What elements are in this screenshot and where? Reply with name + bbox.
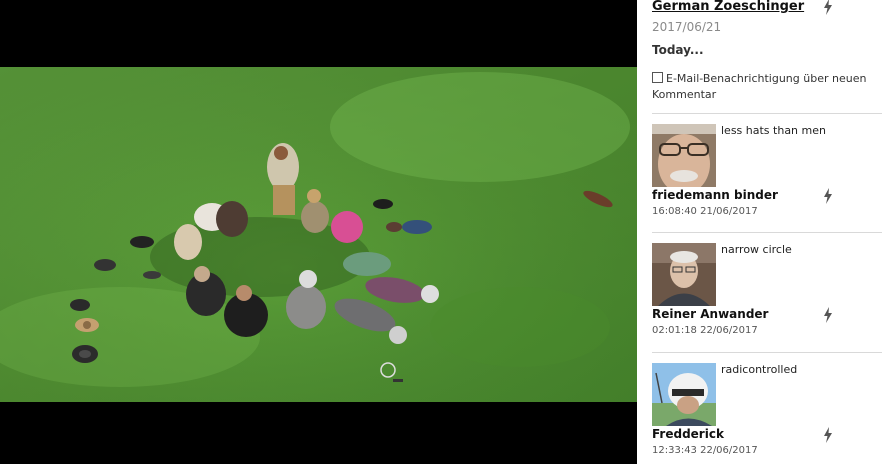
comment-text: narrow circle xyxy=(721,243,792,256)
comment-timestamp: 12:33:43 22/06/2017 xyxy=(652,445,758,456)
comment-author[interactable]: friedemann binder xyxy=(652,188,778,202)
email-notification-option[interactable]: E-Mail-Benachrichtigung über neuen Komme… xyxy=(652,71,874,103)
comment-text: radicontrolled xyxy=(721,363,798,376)
avatar[interactable] xyxy=(652,124,716,187)
lightning-bolt-icon[interactable] xyxy=(823,0,833,15)
comment-timestamp: 02:01:18 22/06/2017 xyxy=(652,325,758,336)
aerial-group-photo[interactable] xyxy=(0,67,637,402)
post-title: Today... xyxy=(652,43,704,57)
lightning-bolt-icon[interactable] xyxy=(823,427,833,443)
photo-viewer xyxy=(0,0,637,464)
post-author-link[interactable]: German Zoeschinger xyxy=(652,0,804,14)
lightning-bolt-icon[interactable] xyxy=(823,188,833,204)
checkbox-unchecked-icon[interactable] xyxy=(652,72,663,83)
email-notification-label: E-Mail-Benachrichtigung über neuen Komme… xyxy=(652,72,867,101)
comment-item: radicontrolled Fredderick 12:33:43 22/06… xyxy=(637,351,882,464)
comments-panel: German Zoeschinger 2017/06/21 Today... E… xyxy=(637,0,882,464)
comment-timestamp: 16:08:40 21/06/2017 xyxy=(652,206,758,217)
comment-author[interactable]: Fredderick xyxy=(652,427,724,441)
avatar[interactable] xyxy=(652,363,716,426)
comment-item: narrow circle Reiner Anwander 02:01:18 2… xyxy=(637,231,882,349)
comment-text: less hats than men xyxy=(721,124,826,137)
post-date: 2017/06/21 xyxy=(652,20,722,34)
comment-author[interactable]: Reiner Anwander xyxy=(652,307,768,321)
avatar[interactable] xyxy=(652,243,716,306)
comment-item: less hats than men friedemann binder 16:… xyxy=(637,112,882,230)
lightning-bolt-icon[interactable] xyxy=(823,307,833,323)
